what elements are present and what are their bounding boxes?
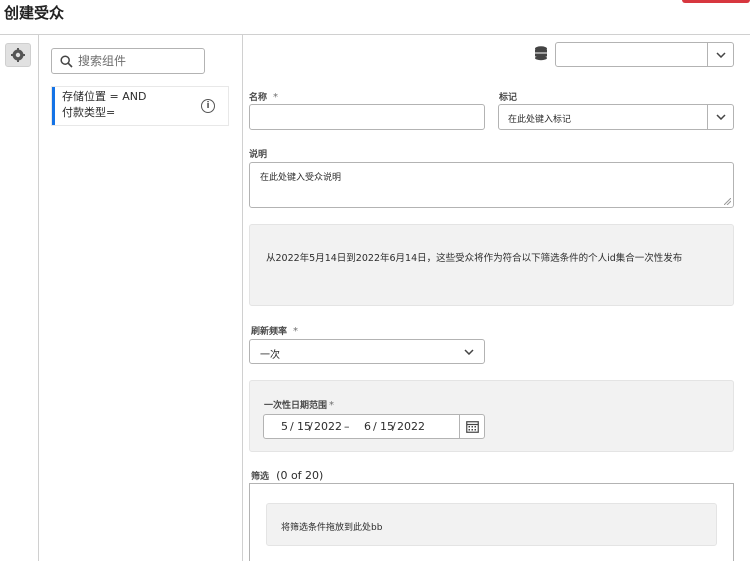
component-search[interactable]	[51, 48, 205, 74]
resize-handle-icon[interactable]	[724, 198, 731, 205]
date-range-label: 一次性日期范围 *	[264, 400, 335, 411]
rail-divider	[38, 35, 39, 561]
filter-label: 筛选 (0 of 20)	[251, 469, 324, 482]
start-month[interactable]: 5	[281, 420, 288, 433]
search-icon	[60, 54, 73, 68]
slash: /	[290, 420, 294, 433]
chevron-down-icon	[464, 349, 474, 355]
components-rail-button[interactable]	[5, 43, 31, 67]
drop-hint: 将筛选条件拖放到此处bb	[281, 523, 383, 533]
data-view-select[interactable]	[555, 42, 734, 67]
tags-label: 标记	[499, 93, 518, 103]
info-box: 从2022年5月14日到2022年6月14日，这些受众将作为符合以下筛选条件的个…	[249, 224, 734, 306]
slash: /	[392, 420, 396, 433]
description-label: 说明	[249, 150, 268, 160]
refresh-value: 一次	[260, 350, 280, 361]
gear-icon	[11, 48, 25, 62]
tags-placeholder: 在此处键入标记	[508, 115, 572, 125]
chevron-down-icon	[707, 105, 733, 129]
filter-drop-zone[interactable]: 将筛选条件拖放到此处bb	[266, 503, 717, 546]
date-range-picker[interactable]: 5 / 15 / 2022 – 6 / 15 / 2022	[263, 414, 485, 439]
end-year[interactable]: 2022	[397, 420, 425, 433]
info-icon[interactable]: i	[201, 99, 215, 113]
refresh-label: 刷新频率 *	[251, 326, 299, 337]
end-month[interactable]: 6	[364, 420, 371, 433]
calendar-button[interactable]	[459, 414, 485, 439]
range-separator: –	[344, 420, 350, 433]
chevron-down-icon	[707, 43, 733, 66]
calendar-icon	[466, 421, 479, 433]
filter-count: (0 of 20)	[276, 469, 324, 482]
slash: /	[309, 420, 313, 433]
search-input[interactable]	[78, 54, 188, 68]
top-accent-bar	[682, 0, 750, 3]
name-input[interactable]	[249, 104, 485, 130]
panel-divider	[242, 35, 243, 561]
slash: /	[373, 420, 377, 433]
database-icon	[535, 46, 547, 61]
refresh-select[interactable]: 一次	[249, 339, 485, 364]
page-title: 创建受众	[4, 4, 65, 22]
tags-select[interactable]: 在此处键入标记	[498, 104, 734, 130]
description-placeholder: 在此处键入受众说明	[260, 173, 342, 183]
start-year[interactable]: 2022	[314, 420, 342, 433]
name-label: 名称 *	[249, 92, 279, 103]
header-divider	[0, 34, 750, 35]
description-textarea[interactable]: 在此处键入受众说明	[249, 162, 734, 208]
info-text: 从2022年5月14日到2022年6月14日，这些受众将作为符合以下筛选条件的个…	[266, 253, 683, 264]
